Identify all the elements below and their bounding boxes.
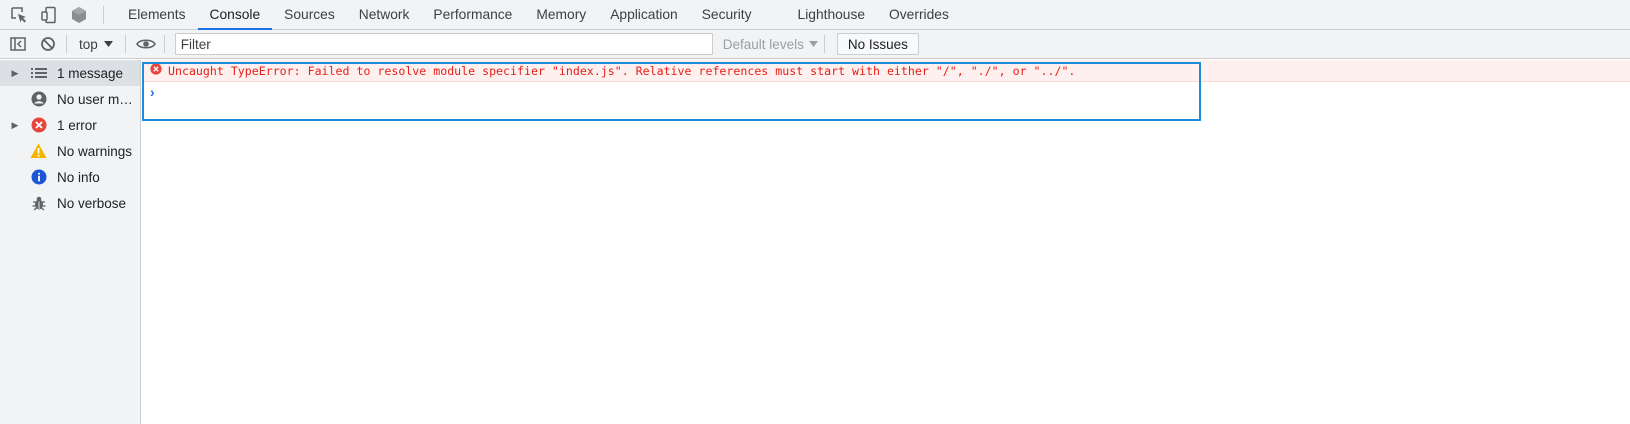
console-output: Uncaught TypeError: Failed to resolve mo… bbox=[142, 60, 1630, 424]
sidebar-item-info[interactable]: No info bbox=[0, 164, 140, 190]
focus-outline bbox=[142, 62, 1201, 121]
block-icon bbox=[41, 37, 55, 51]
sidebar-item-verbose[interactable]: No verbose bbox=[0, 190, 140, 216]
sidebar-item-messages[interactable]: ▶ 1 message bbox=[0, 60, 140, 86]
filter-input[interactable] bbox=[174, 33, 713, 55]
clear-console-button[interactable] bbox=[36, 32, 60, 56]
show-sidebar-button[interactable] bbox=[6, 32, 30, 56]
sidebar-item-label: No user me... bbox=[57, 91, 137, 107]
log-levels-dropdown[interactable]: Default levels bbox=[723, 37, 818, 52]
sidebar-item-label: 1 message bbox=[57, 65, 124, 81]
info-icon bbox=[30, 169, 47, 186]
error-icon bbox=[30, 117, 47, 134]
sidebar-item-warnings[interactable]: No warnings bbox=[0, 138, 140, 164]
devtools-tabbar: Elements Console Sources Network Perform… bbox=[0, 0, 1630, 30]
list-icon bbox=[30, 65, 47, 82]
sidebar-item-label: 1 error bbox=[57, 117, 97, 133]
toolbar-divider bbox=[103, 6, 104, 24]
console-sidebar: ▶ 1 message No user me... ▶ 1 error No w… bbox=[0, 60, 141, 424]
toolbar-divider bbox=[823, 35, 825, 53]
context-label: top bbox=[79, 36, 98, 52]
eye-icon bbox=[135, 39, 156, 49]
tab-lighthouse[interactable]: Lighthouse bbox=[786, 0, 878, 29]
log-levels-label: Default levels bbox=[722, 36, 804, 52]
sidebar-item-label: No info bbox=[57, 169, 100, 185]
issues-button[interactable]: No Issues bbox=[836, 33, 919, 55]
sidebar-item-user-messages[interactable]: No user me... bbox=[0, 86, 140, 112]
sidebar-item-label: No warnings bbox=[57, 143, 133, 159]
toolbar-divider bbox=[124, 35, 126, 53]
tab-elements[interactable]: Elements bbox=[116, 0, 198, 29]
expand-arrow-icon[interactable]: ▶ bbox=[0, 68, 30, 79]
bug-icon bbox=[30, 195, 47, 212]
tab-sources[interactable]: Sources bbox=[272, 0, 347, 29]
sidebar-toggle-icon bbox=[10, 37, 26, 51]
device-toolbar-icon[interactable] bbox=[37, 0, 61, 30]
tab-overrides[interactable]: Overrides bbox=[877, 0, 961, 29]
context-selector[interactable]: top bbox=[73, 37, 119, 52]
sidebar-item-label: No verbose bbox=[57, 195, 127, 211]
tab-application[interactable]: Application bbox=[598, 0, 690, 29]
tab-security[interactable]: Security bbox=[690, 0, 764, 29]
tab-console[interactable]: Console bbox=[197, 0, 273, 30]
inspect-element-icon[interactable] bbox=[7, 0, 31, 30]
toolbar-divider bbox=[66, 35, 67, 53]
dropdown-arrow-icon bbox=[808, 40, 818, 47]
tab-network[interactable]: Network bbox=[347, 0, 422, 29]
expand-arrow-icon[interactable]: ▶ bbox=[0, 120, 30, 131]
warning-icon bbox=[30, 143, 47, 160]
node-icon[interactable] bbox=[67, 0, 91, 30]
tab-performance[interactable]: Performance bbox=[421, 0, 524, 29]
toolbar-divider bbox=[163, 35, 165, 53]
tab-memory[interactable]: Memory bbox=[524, 0, 598, 29]
live-expression-button[interactable] bbox=[134, 32, 158, 56]
console-toolbar: top Default levels No Issues bbox=[0, 30, 1630, 59]
dropdown-arrow-icon bbox=[103, 40, 113, 47]
sidebar-item-errors[interactable]: ▶ 1 error bbox=[0, 112, 140, 138]
user-icon bbox=[30, 91, 47, 108]
